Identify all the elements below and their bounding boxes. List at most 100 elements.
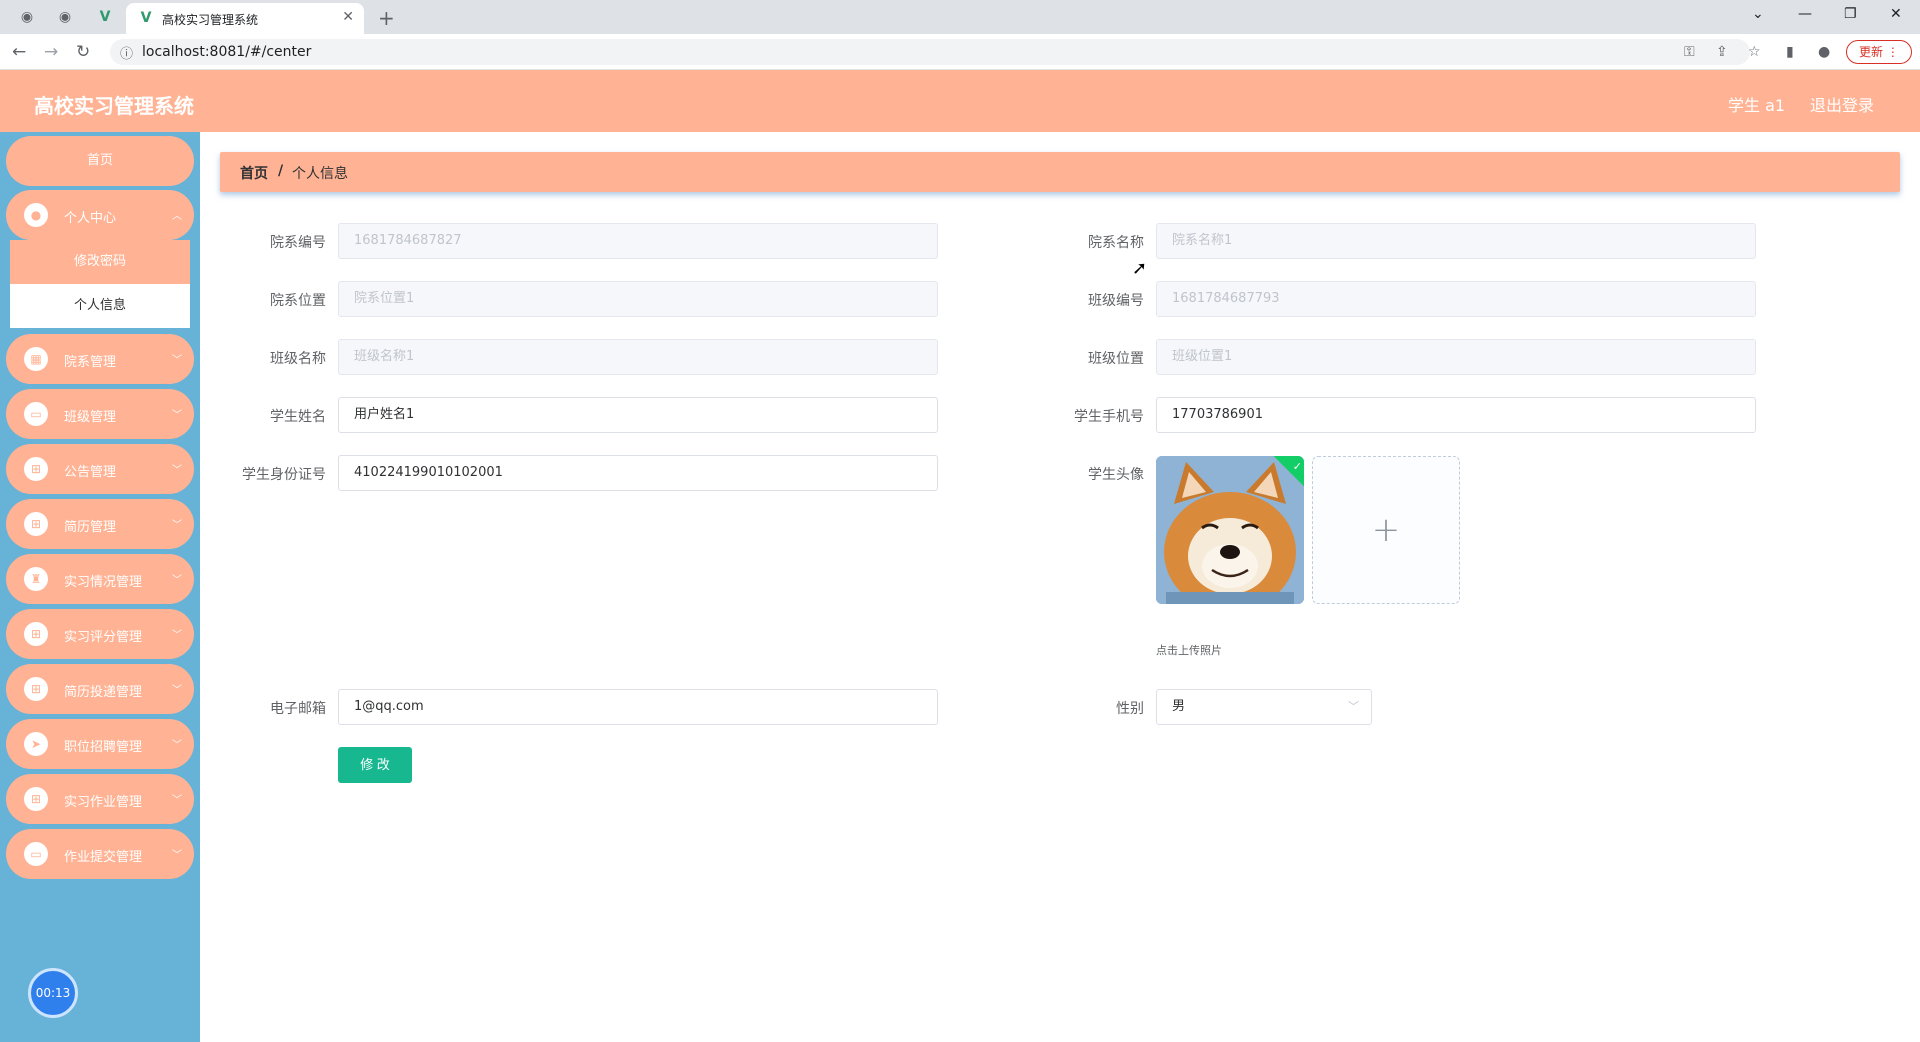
sidebar-item-homework[interactable]: ⊞ 实习作业管理 ﹀ xyxy=(6,774,194,824)
sidebar-subitem-profile[interactable]: 个人信息 xyxy=(10,284,190,328)
phone-label: 学生手机号 xyxy=(1074,409,1144,425)
student-name-input[interactable]: 用户姓名1 xyxy=(338,397,938,433)
class-loc-field: 班级位置1 xyxy=(1156,339,1756,375)
class-name-label: 班级名称 xyxy=(270,351,326,367)
vue-icon: V xyxy=(140,10,152,26)
app-title: 高校实习管理系统 xyxy=(34,94,194,118)
back-icon[interactable]: ← xyxy=(12,42,26,62)
dept-no-label: 院系编号 xyxy=(270,235,326,251)
chevron-down-icon: ﹀ xyxy=(172,410,182,421)
sidebar-item-job-recruit[interactable]: ➤ 职位招聘管理 ﹀ xyxy=(6,719,194,769)
avatar[interactable]: ✓ xyxy=(1156,456,1304,604)
logout-link[interactable]: 退出登录 xyxy=(1810,92,1874,116)
sidebar-item-internship-status[interactable]: ♜ 实习情况管理 ﹀ xyxy=(6,554,194,604)
breadcrumb: 首页 / 个人信息 xyxy=(220,152,1900,192)
chevron-down-icon[interactable]: ⌄ xyxy=(1752,6,1764,22)
breadcrumb-home[interactable]: 首页 xyxy=(240,163,268,183)
id-card-label: 学生身份证号 xyxy=(242,467,326,483)
sidebar-item-internship-score[interactable]: ⊞ 实习评分管理 ﹀ xyxy=(6,609,194,659)
sidepanel-icon[interactable]: ▮ xyxy=(1786,44,1794,60)
email-label: 电子邮箱 xyxy=(270,701,326,717)
dept-loc-label: 院系位置 xyxy=(270,293,326,309)
close-icon[interactable]: ✕ xyxy=(1890,6,1902,22)
gender-label: 性别 xyxy=(1116,701,1144,717)
trophy-icon: ♜ xyxy=(24,567,48,591)
profile-icon[interactable]: ● xyxy=(1818,44,1830,60)
share-icon[interactable]: ⇪ xyxy=(1716,44,1728,60)
chevron-up-icon: ︿ xyxy=(172,211,182,222)
chevron-down-icon: ﹀ xyxy=(172,520,182,531)
dept-no-field: 1681784687827 xyxy=(338,223,938,259)
submenu-center: 修改密码 个人信息 xyxy=(10,240,190,328)
vue-icon[interactable]: V xyxy=(96,8,114,26)
chevron-down-icon: ﹀ xyxy=(172,795,182,806)
update-button[interactable]: 更新 ⋮ xyxy=(1846,40,1912,64)
globe-icon[interactable]: ◉ xyxy=(18,8,36,26)
url-field[interactable]: ⓘ localhost:8081/#/center xyxy=(110,39,1750,65)
breadcrumb-separator: / xyxy=(278,163,284,179)
sidebar-subitem-password[interactable]: 修改密码 xyxy=(10,240,190,284)
send-icon: ➤ xyxy=(24,732,48,756)
submit-button[interactable]: 修 改 xyxy=(338,747,412,783)
grid-icon: ⊞ xyxy=(24,457,48,481)
user-icon: ● xyxy=(24,203,48,227)
info-icon[interactable]: ⓘ xyxy=(120,43,133,62)
email-input[interactable]: 1@qq.com xyxy=(338,689,938,725)
url-text: localhost:8081/#/center xyxy=(142,44,312,60)
chevron-down-icon: ﹀ xyxy=(172,465,182,476)
app-header: 高校实习管理系统 学生 a1 退出登录 xyxy=(0,70,1920,132)
upload-tip: 点击上传照片 xyxy=(1156,644,1222,657)
sidebar-item-homework-submit[interactable]: ▭ 作业提交管理 ﹀ xyxy=(6,829,194,879)
reload-icon[interactable]: ↻ xyxy=(76,42,90,62)
sidebar: 首页 ● 个人中心 ︿ 修改密码 个人信息 ▦ 院系管理 ﹀ ▭ 班级管理 ﹀ … xyxy=(0,132,200,1042)
avatar-uploader[interactable]: + xyxy=(1312,456,1460,604)
grid-icon: ⊞ xyxy=(24,677,48,701)
minimize-icon[interactable]: — xyxy=(1798,6,1812,22)
dept-loc-field: 院系位置1 xyxy=(338,281,938,317)
breadcrumb-current: 个人信息 xyxy=(292,166,348,182)
sidebar-item-resume[interactable]: ⊞ 简历管理 ﹀ xyxy=(6,499,194,549)
id-card-input[interactable]: 410224199010102001 xyxy=(338,455,938,491)
chevron-down-icon: ﹀ xyxy=(172,850,182,861)
timer-badge[interactable]: 00:13 xyxy=(28,968,78,1018)
dept-name-field: 院系名称1 xyxy=(1156,223,1756,259)
grid-icon: ⊞ xyxy=(24,622,48,646)
sidebar-item-dept[interactable]: ▦ 院系管理 ﹀ xyxy=(6,334,194,384)
forward-icon[interactable]: → xyxy=(44,42,58,62)
chevron-down-icon: ﹀ xyxy=(172,355,182,366)
sidebar-item-home[interactable]: 首页 xyxy=(6,136,194,186)
phone-input[interactable]: 17703786901 xyxy=(1156,397,1756,433)
tab-title: 高校实习管理系统 xyxy=(162,13,259,27)
dept-name-label: 院系名称 xyxy=(1088,235,1144,251)
browser-tab-bar: ◉ ◉ V V 高校实习管理系统 ✕ + ⌄ — ❐ ✕ xyxy=(0,0,1920,34)
browser-tab-active[interactable]: V 高校实习管理系统 ✕ xyxy=(126,3,364,34)
sidebar-item-resume-delivery[interactable]: ⊞ 简历投递管理 ﹀ xyxy=(6,664,194,714)
globe-icon[interactable]: ◉ xyxy=(56,8,74,26)
sidebar-item-notice[interactable]: ⊞ 公告管理 ﹀ xyxy=(6,444,194,494)
class-loc-label: 班级位置 xyxy=(1088,351,1144,367)
gender-select[interactable]: 男 ﹀ xyxy=(1156,689,1372,725)
monitor-icon: ▭ xyxy=(24,842,48,866)
chevron-down-icon: ﹀ xyxy=(172,740,182,751)
restore-icon[interactable]: ❐ xyxy=(1844,6,1857,22)
class-no-label: 班级编号 xyxy=(1088,293,1144,309)
mouse-cursor-icon: ➚ xyxy=(1132,258,1148,279)
avatar-label: 学生头像 xyxy=(1088,467,1144,483)
sidebar-item-class[interactable]: ▭ 班级管理 ﹀ xyxy=(6,389,194,439)
grid-icon: ⊞ xyxy=(24,787,48,811)
sidebar-item-center[interactable]: ● 个人中心 ︿ xyxy=(6,190,194,240)
building-icon: ▦ xyxy=(24,347,48,371)
plus-icon: + xyxy=(1371,510,1401,550)
address-bar: ← → ↻ ⓘ localhost:8081/#/center ⚿ ⇪ ☆ ▮ … xyxy=(0,34,1920,70)
user-name: 学生 a1 xyxy=(1728,96,1786,115)
key-icon[interactable]: ⚿ xyxy=(1684,44,1695,60)
monitor-icon: ▭ xyxy=(24,402,48,426)
class-no-field: 1681784687793 xyxy=(1156,281,1756,317)
chevron-down-icon: ﹀ xyxy=(172,630,182,641)
plus-icon[interactable]: + xyxy=(378,6,395,30)
chevron-down-icon: ﹀ xyxy=(1348,700,1359,713)
star-icon[interactable]: ☆ xyxy=(1748,44,1761,60)
chevron-down-icon: ﹀ xyxy=(172,685,182,696)
class-name-field: 班级名称1 xyxy=(338,339,938,375)
close-icon[interactable]: ✕ xyxy=(342,9,354,25)
